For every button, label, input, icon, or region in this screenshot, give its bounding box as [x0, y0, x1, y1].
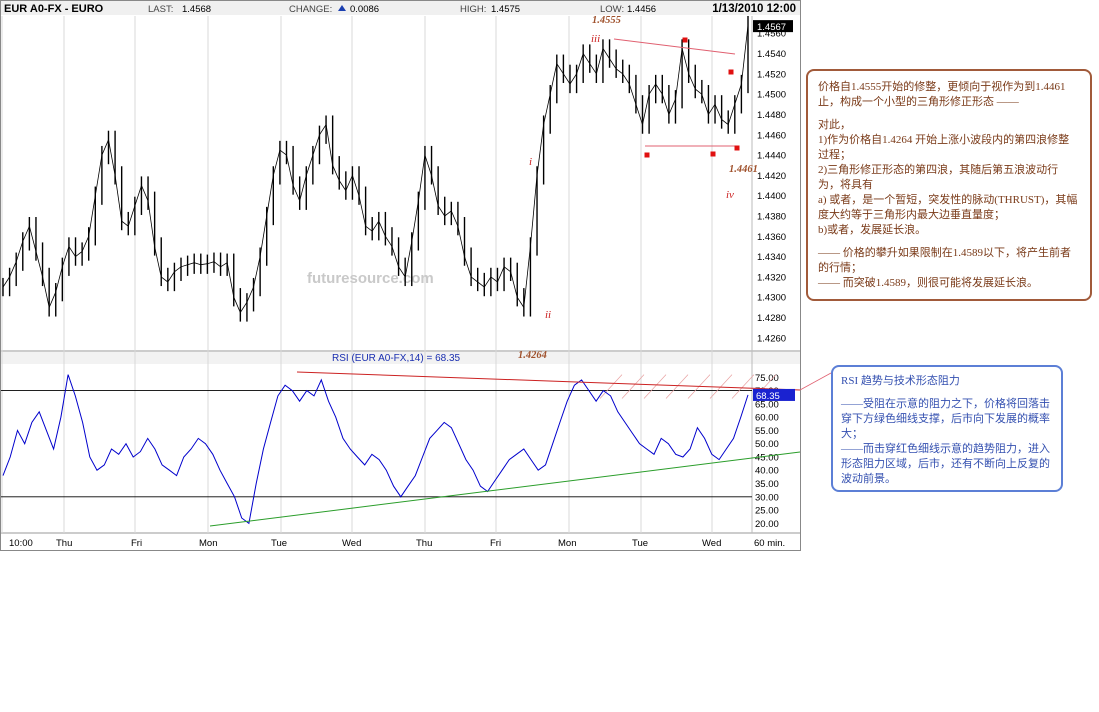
rsi-tick-label: 25.00 [755, 506, 779, 517]
note-line: 价格自1.4555开始的修整，更倾向于视作为到1.4461止，构成一个小型的三角… [818, 81, 1066, 108]
note-line: ——而击穿红色细线示意的趋势阻力，进入形态阻力区域，后市，还有不断向上反复的波动… [841, 443, 1050, 485]
rsi-tick-label: 75.00 [755, 373, 779, 384]
note-line: 对此， [818, 119, 851, 131]
price-tick-label: 1.4400 [757, 191, 786, 202]
price-tick-label: 1.4380 [757, 212, 786, 223]
x-axis-label: 10:00 [9, 538, 33, 549]
rsi-tick-label: 20.00 [755, 519, 779, 530]
rsi-tick-label: 50.00 [755, 439, 779, 450]
note-line [818, 238, 1080, 246]
note-line: a) 或者，是一个暂短，突发性的脉动(THRUST)，其幅度大约等于三角形内最大… [818, 194, 1078, 221]
price-tick-label: 1.4480 [757, 110, 786, 121]
swing-marker [710, 151, 716, 157]
last-value: 1.4568 [182, 4, 211, 15]
wave-ii-label: ii [545, 309, 551, 321]
price-tick-label: 1.4460 [757, 130, 786, 141]
note-line: —— 价格的攀升如果限制在1.4589以下，将产生前者的行情； [818, 247, 1071, 274]
price-tick-label: 1.4320 [757, 272, 786, 283]
note-line: —— 而突破1.4589，则很可能将发展延长浪。 [818, 277, 1038, 289]
rsi-tick-label: 60.00 [755, 413, 779, 424]
x-axis-label: Thu [56, 538, 72, 549]
note-line: b)或者，发展延长浪。 [818, 224, 927, 236]
rsi-title: RSI (EUR A0-FX,14) = 68.35 [332, 353, 461, 364]
elliott-wave-note: 价格自1.4555开始的修整，更倾向于视作为到1.4461止，构成一个小型的三角… [806, 69, 1092, 301]
note-line: RSI 趋势与技术形态阻力 [841, 375, 960, 387]
datetime-label: 1/13/2010 12:00 [712, 3, 796, 15]
x-axis-label: 60 min. [754, 538, 785, 549]
swing-marker [728, 69, 734, 75]
resistance-callout-line [799, 372, 832, 391]
triangle-low-annotation: 1.4461 [729, 164, 758, 175]
rsi-last-value-label: 68.35 [756, 391, 780, 402]
price-tick-label: 1.4340 [757, 252, 786, 263]
price-tick-label: 1.4540 [757, 49, 786, 60]
price-tick-label: 1.4500 [757, 90, 786, 101]
swing-marker [682, 37, 688, 43]
x-axis-label: Mon [199, 538, 217, 549]
price-tick-label: 1.4440 [757, 151, 786, 162]
high-value: 1.4575 [491, 4, 520, 15]
price-tick-label: 1.4520 [757, 69, 786, 80]
price-tick-label: 1.4260 [757, 333, 786, 344]
swing-marker [644, 152, 650, 158]
note-line: 1)作为价格自1.4264 开始上涨小波段内的第四浪修整过程； [818, 134, 1070, 161]
x-axis-label: Fri [490, 538, 501, 549]
x-axis-label: Tue [632, 538, 648, 549]
low-label: LOW: [600, 4, 624, 15]
wave-iv-label: iv [726, 189, 734, 201]
price-tick-label: 1.4300 [757, 293, 786, 304]
x-axis-label: Tue [271, 538, 287, 549]
header-bar [1, 1, 800, 15]
rsi-tick-label: 35.00 [755, 479, 779, 490]
wave-iii-label: iii [591, 33, 600, 45]
rsi-resistance-note: RSI 趋势与技术形态阻力 ——受阻在示意的阻力之下，价格将回落击穿下方绿色细线… [831, 365, 1063, 492]
rsi-tick-label: 45.00 [755, 452, 779, 463]
top-price-annotation: 1.4555 [592, 15, 621, 26]
change-value: 0.0086 [350, 4, 379, 15]
bottom-price-annotation: 1.4264 [518, 350, 547, 361]
x-axis-label: Wed [702, 538, 721, 549]
price-tick-label: 1.4360 [757, 232, 786, 243]
last-label: LAST: [148, 4, 173, 15]
note-line: 2)三角形修正形态的第四浪，其随后第五浪波动行为，将具有 [818, 164, 1059, 191]
rsi-tick-label: 30.00 [755, 492, 779, 503]
x-axis-label: Fri [131, 538, 142, 549]
swing-marker [734, 145, 740, 151]
note-line: ——受阻在示意的阻力之下，价格将回落击穿下方绿色细线支撑，后市向下发展的概率大； [841, 398, 1050, 440]
low-value: 1.4456 [627, 4, 656, 15]
wave-i-label: i [529, 156, 532, 168]
watermark-text: futuresource.com [307, 270, 434, 287]
price-tick-label: 1.4280 [757, 313, 786, 324]
last-price-label: 1.4567 [757, 22, 786, 33]
note-line [818, 110, 1080, 118]
price-tick-label: 1.4420 [757, 171, 786, 182]
change-label: CHANGE: [289, 4, 332, 15]
x-axis-label: Mon [558, 538, 576, 549]
x-axis-label: Wed [342, 538, 361, 549]
rsi-tick-label: 40.00 [755, 466, 779, 477]
x-axis-label: Thu [416, 538, 432, 549]
symbol-label: EUR A0-FX - EURO [4, 3, 104, 15]
rsi-tick-label: 55.00 [755, 426, 779, 437]
high-label: HIGH: [460, 4, 486, 15]
note-line [841, 389, 1053, 397]
